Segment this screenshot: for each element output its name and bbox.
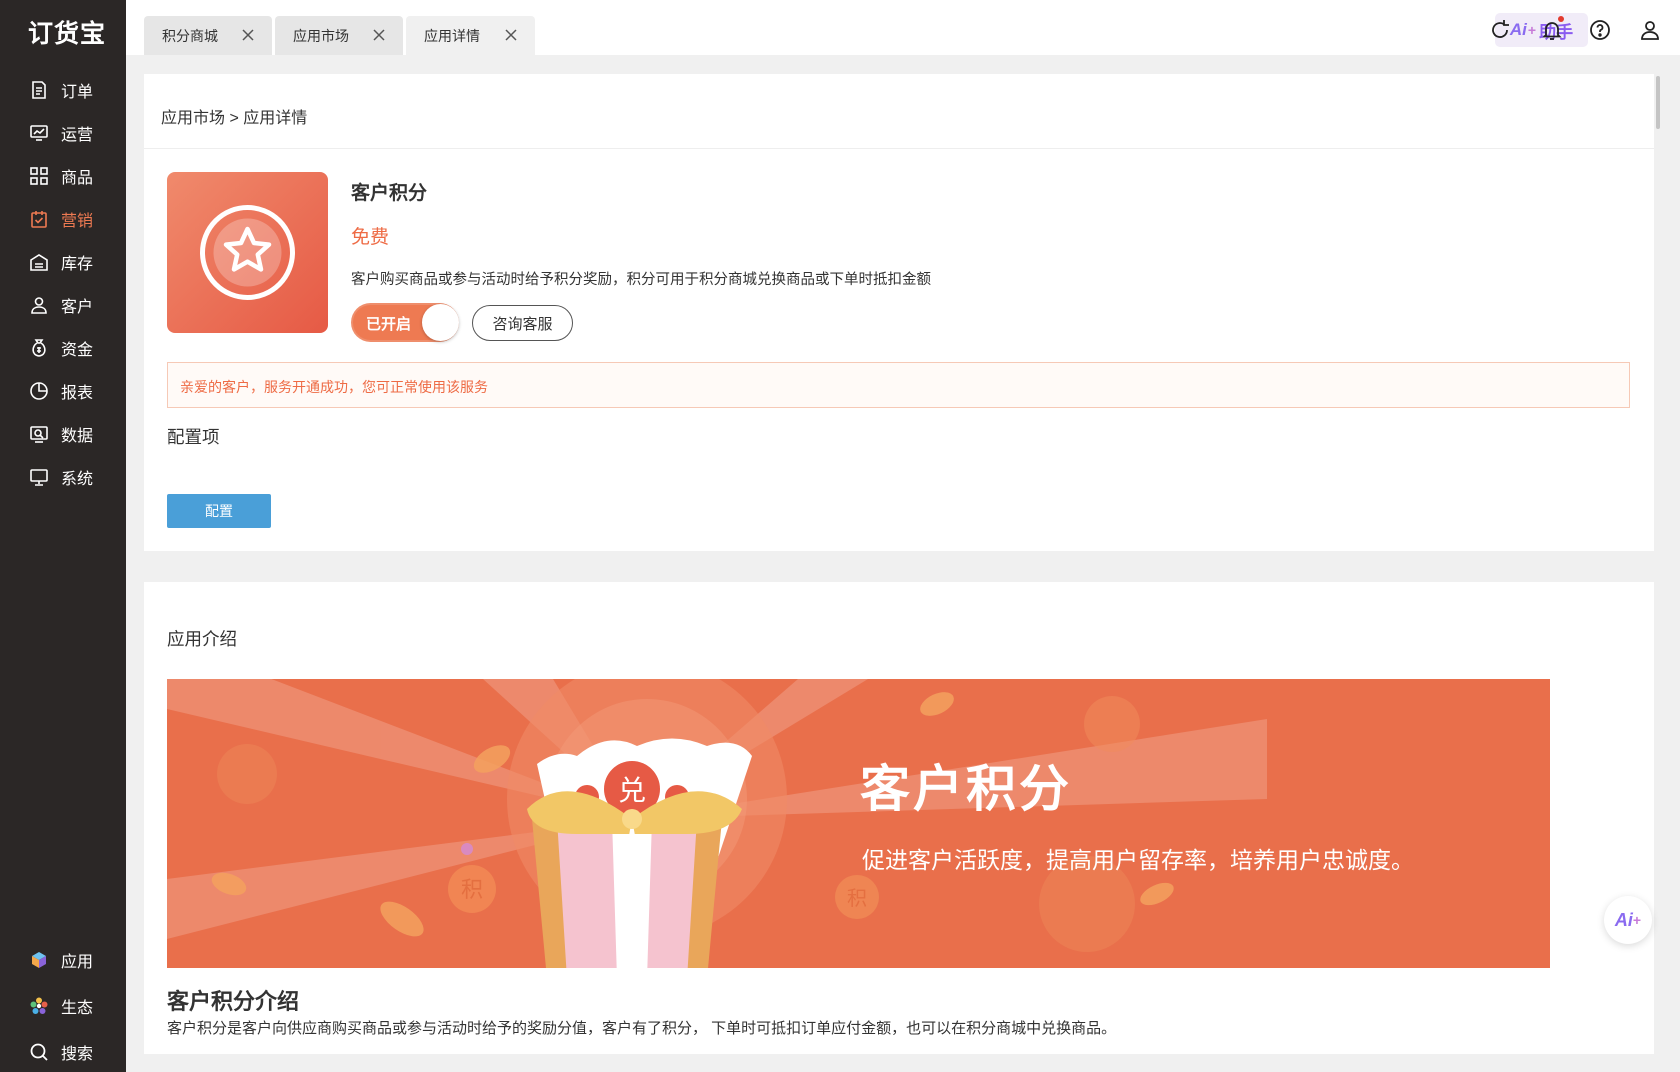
- toggle-label: 已开启: [366, 316, 412, 333]
- ecosystem-flower-icon: [28, 995, 50, 1017]
- sidebar-item-label: 搜索: [61, 1046, 94, 1063]
- ai-plus-icon: +: [1527, 22, 1537, 38]
- marketing-icon: [28, 208, 50, 230]
- sidebar-item-system[interactable]: 系统: [28, 462, 93, 492]
- app-icon: [167, 172, 328, 333]
- apps-cube-icon: [28, 949, 50, 971]
- tab-label: 积分商城: [162, 27, 218, 44]
- config-button[interactable]: 配置: [167, 494, 271, 528]
- refresh-icon[interactable]: [1488, 18, 1512, 42]
- sidebar-item-orders[interactable]: 订单: [28, 75, 93, 105]
- sidebar-item-label: 运营: [61, 127, 94, 144]
- sidebar-item-data[interactable]: 数据: [28, 419, 93, 449]
- ai-logo-text: Ai: [1509, 20, 1527, 39]
- app-enable-toggle[interactable]: 已开启: [353, 304, 459, 341]
- intro-text: 客户积分是客户向供应商购买商品或参与活动时给予的奖励分值，客户有了积分， 下单时…: [167, 1020, 1117, 1037]
- sidebar-item-label: 系统: [61, 471, 94, 488]
- breadcrumb-parent[interactable]: 应用市场: [161, 110, 225, 127]
- ai-logo-text: Ai: [1614, 909, 1633, 930]
- sidebar-item-products[interactable]: 商品: [28, 161, 93, 191]
- sidebar-item-label: 报表: [61, 385, 94, 402]
- tab-points-mall[interactable]: 积分商城: [144, 16, 272, 55]
- notification-button[interactable]: [1540, 16, 1564, 42]
- user-icon[interactable]: [1638, 18, 1662, 42]
- gift-illustration: 兑 积 积: [167, 679, 1267, 968]
- floating-ai-button[interactable]: Ai +: [1604, 896, 1652, 944]
- brand-logo[interactable]: 订货宝: [28, 14, 106, 50]
- scrollbar[interactable]: [1656, 76, 1660, 129]
- tab-label: 应用详情: [424, 27, 480, 44]
- breadcrumb-separator: >: [229, 110, 239, 127]
- sidebar-item-marketing[interactable]: 营销: [28, 204, 93, 234]
- app-price: 免费: [351, 227, 390, 248]
- system-icon: [28, 466, 50, 488]
- toggle-knob: [422, 304, 459, 341]
- config-section-title: 配置项: [167, 427, 220, 447]
- sidebar-item-label: 资金: [61, 342, 94, 359]
- inventory-icon: [28, 251, 50, 273]
- tab-label: 应用市场: [293, 27, 349, 44]
- sidebar: 订货宝 订单 运营 商品 营销 库存 客户 资金 报表 数据 系统 应用 生态 …: [0, 0, 126, 1072]
- ai-plus-icon: +: [1632, 912, 1642, 928]
- banner-title: 客户积分: [860, 761, 1072, 817]
- top-bar: 积分商城 应用市场 应用详情 Ai + 助手: [126, 0, 1680, 55]
- breadcrumb-current: 应用详情: [243, 110, 308, 127]
- sidebar-item-customers[interactable]: 客户: [28, 290, 93, 320]
- help-icon[interactable]: [1588, 18, 1612, 42]
- sidebar-item-label: 订单: [61, 84, 94, 101]
- sidebar-item-inventory[interactable]: 库存: [28, 247, 93, 277]
- coin-char: 积: [847, 886, 867, 910]
- operation-icon: [28, 122, 50, 144]
- sidebar-item-funds[interactable]: 资金: [28, 333, 93, 363]
- app-title: 客户积分: [351, 183, 428, 204]
- sidebar-item-label: 应用: [61, 954, 94, 971]
- order-icon: [28, 79, 50, 101]
- app-intro-panel: 应用介绍 兑 积 积 客户积分 促进客户活跃度，提高用户留存率，培养用户忠诚度。…: [144, 582, 1654, 1054]
- data-icon: [28, 423, 50, 445]
- customer-icon: [28, 294, 50, 316]
- tab-app-market[interactable]: 应用市场: [275, 16, 403, 55]
- sidebar-item-label: 数据: [61, 428, 94, 445]
- breadcrumb: 应用市场 > 应用详情: [161, 104, 307, 128]
- intro-section-title: 应用介绍: [167, 629, 237, 649]
- app-description: 客户购买商品或参与活动时给予积分奖励，积分可用于积分商城兑换商品或下单时抵扣金额: [351, 272, 931, 288]
- app-detail-panel: 应用市场 > 应用详情 客户积分 免费 客户购买商品或参与活动时给予积分奖励，积…: [144, 74, 1654, 551]
- sidebar-item-label: 客户: [61, 299, 94, 316]
- tab-app-detail[interactable]: 应用详情: [406, 16, 535, 55]
- sidebar-item-apps[interactable]: 应用: [28, 945, 93, 975]
- funds-icon: [28, 337, 50, 359]
- search-icon: [28, 1041, 50, 1063]
- sidebar-item-label: 生态: [61, 1000, 94, 1017]
- intro-banner: 兑 积 积 客户积分 促进客户活跃度，提高用户留存率，培养用户忠诚度。: [167, 679, 1550, 968]
- report-icon: [28, 380, 50, 402]
- banner-subtitle: 促进客户活跃度，提高用户留存率，培养用户忠诚度。: [862, 847, 1414, 873]
- intro-heading: 客户积分介绍: [167, 989, 300, 1014]
- sidebar-item-ecosystem[interactable]: 生态: [28, 991, 93, 1021]
- divider: [144, 148, 1654, 149]
- sidebar-item-label: 营销: [61, 213, 94, 230]
- consult-service-button[interactable]: 咨询客服: [472, 305, 573, 341]
- close-icon[interactable]: [240, 27, 256, 43]
- sidebar-item-label: 库存: [61, 256, 94, 273]
- star-badge-icon: [200, 205, 295, 300]
- close-icon[interactable]: [371, 27, 387, 43]
- sidebar-item-operations[interactable]: 运营: [28, 118, 93, 148]
- coin-char: 积: [461, 878, 483, 903]
- sidebar-item-search[interactable]: 搜索: [28, 1037, 93, 1067]
- success-alert: 亲爱的客户，服务开通成功，您可正常使用该服务: [167, 362, 1630, 408]
- sidebar-item-reports[interactable]: 报表: [28, 376, 93, 406]
- notification-dot: [1558, 16, 1564, 22]
- sidebar-item-label: 商品: [61, 170, 94, 187]
- close-icon[interactable]: [503, 27, 519, 43]
- coupon-char: 兑: [618, 774, 646, 807]
- product-icon: [28, 165, 50, 187]
